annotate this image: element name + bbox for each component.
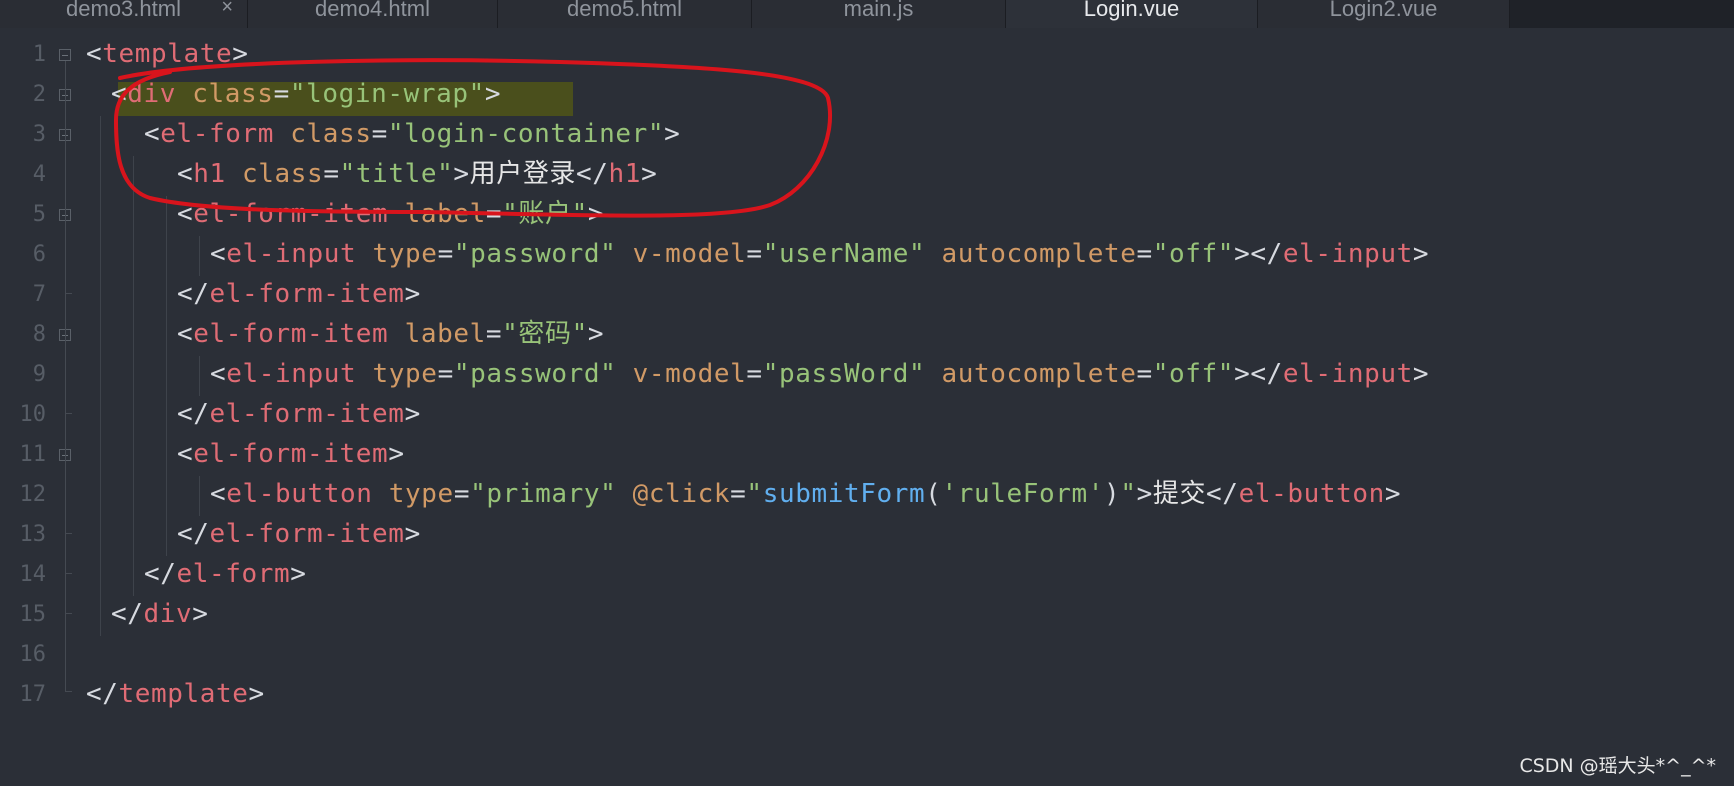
annotation-circle xyxy=(114,58,832,218)
watermark: CSDN @瑶大头*^_^* xyxy=(1519,755,1716,777)
code-editor: demo3.html × demo4.html demo5.html main.… xyxy=(0,0,1734,786)
